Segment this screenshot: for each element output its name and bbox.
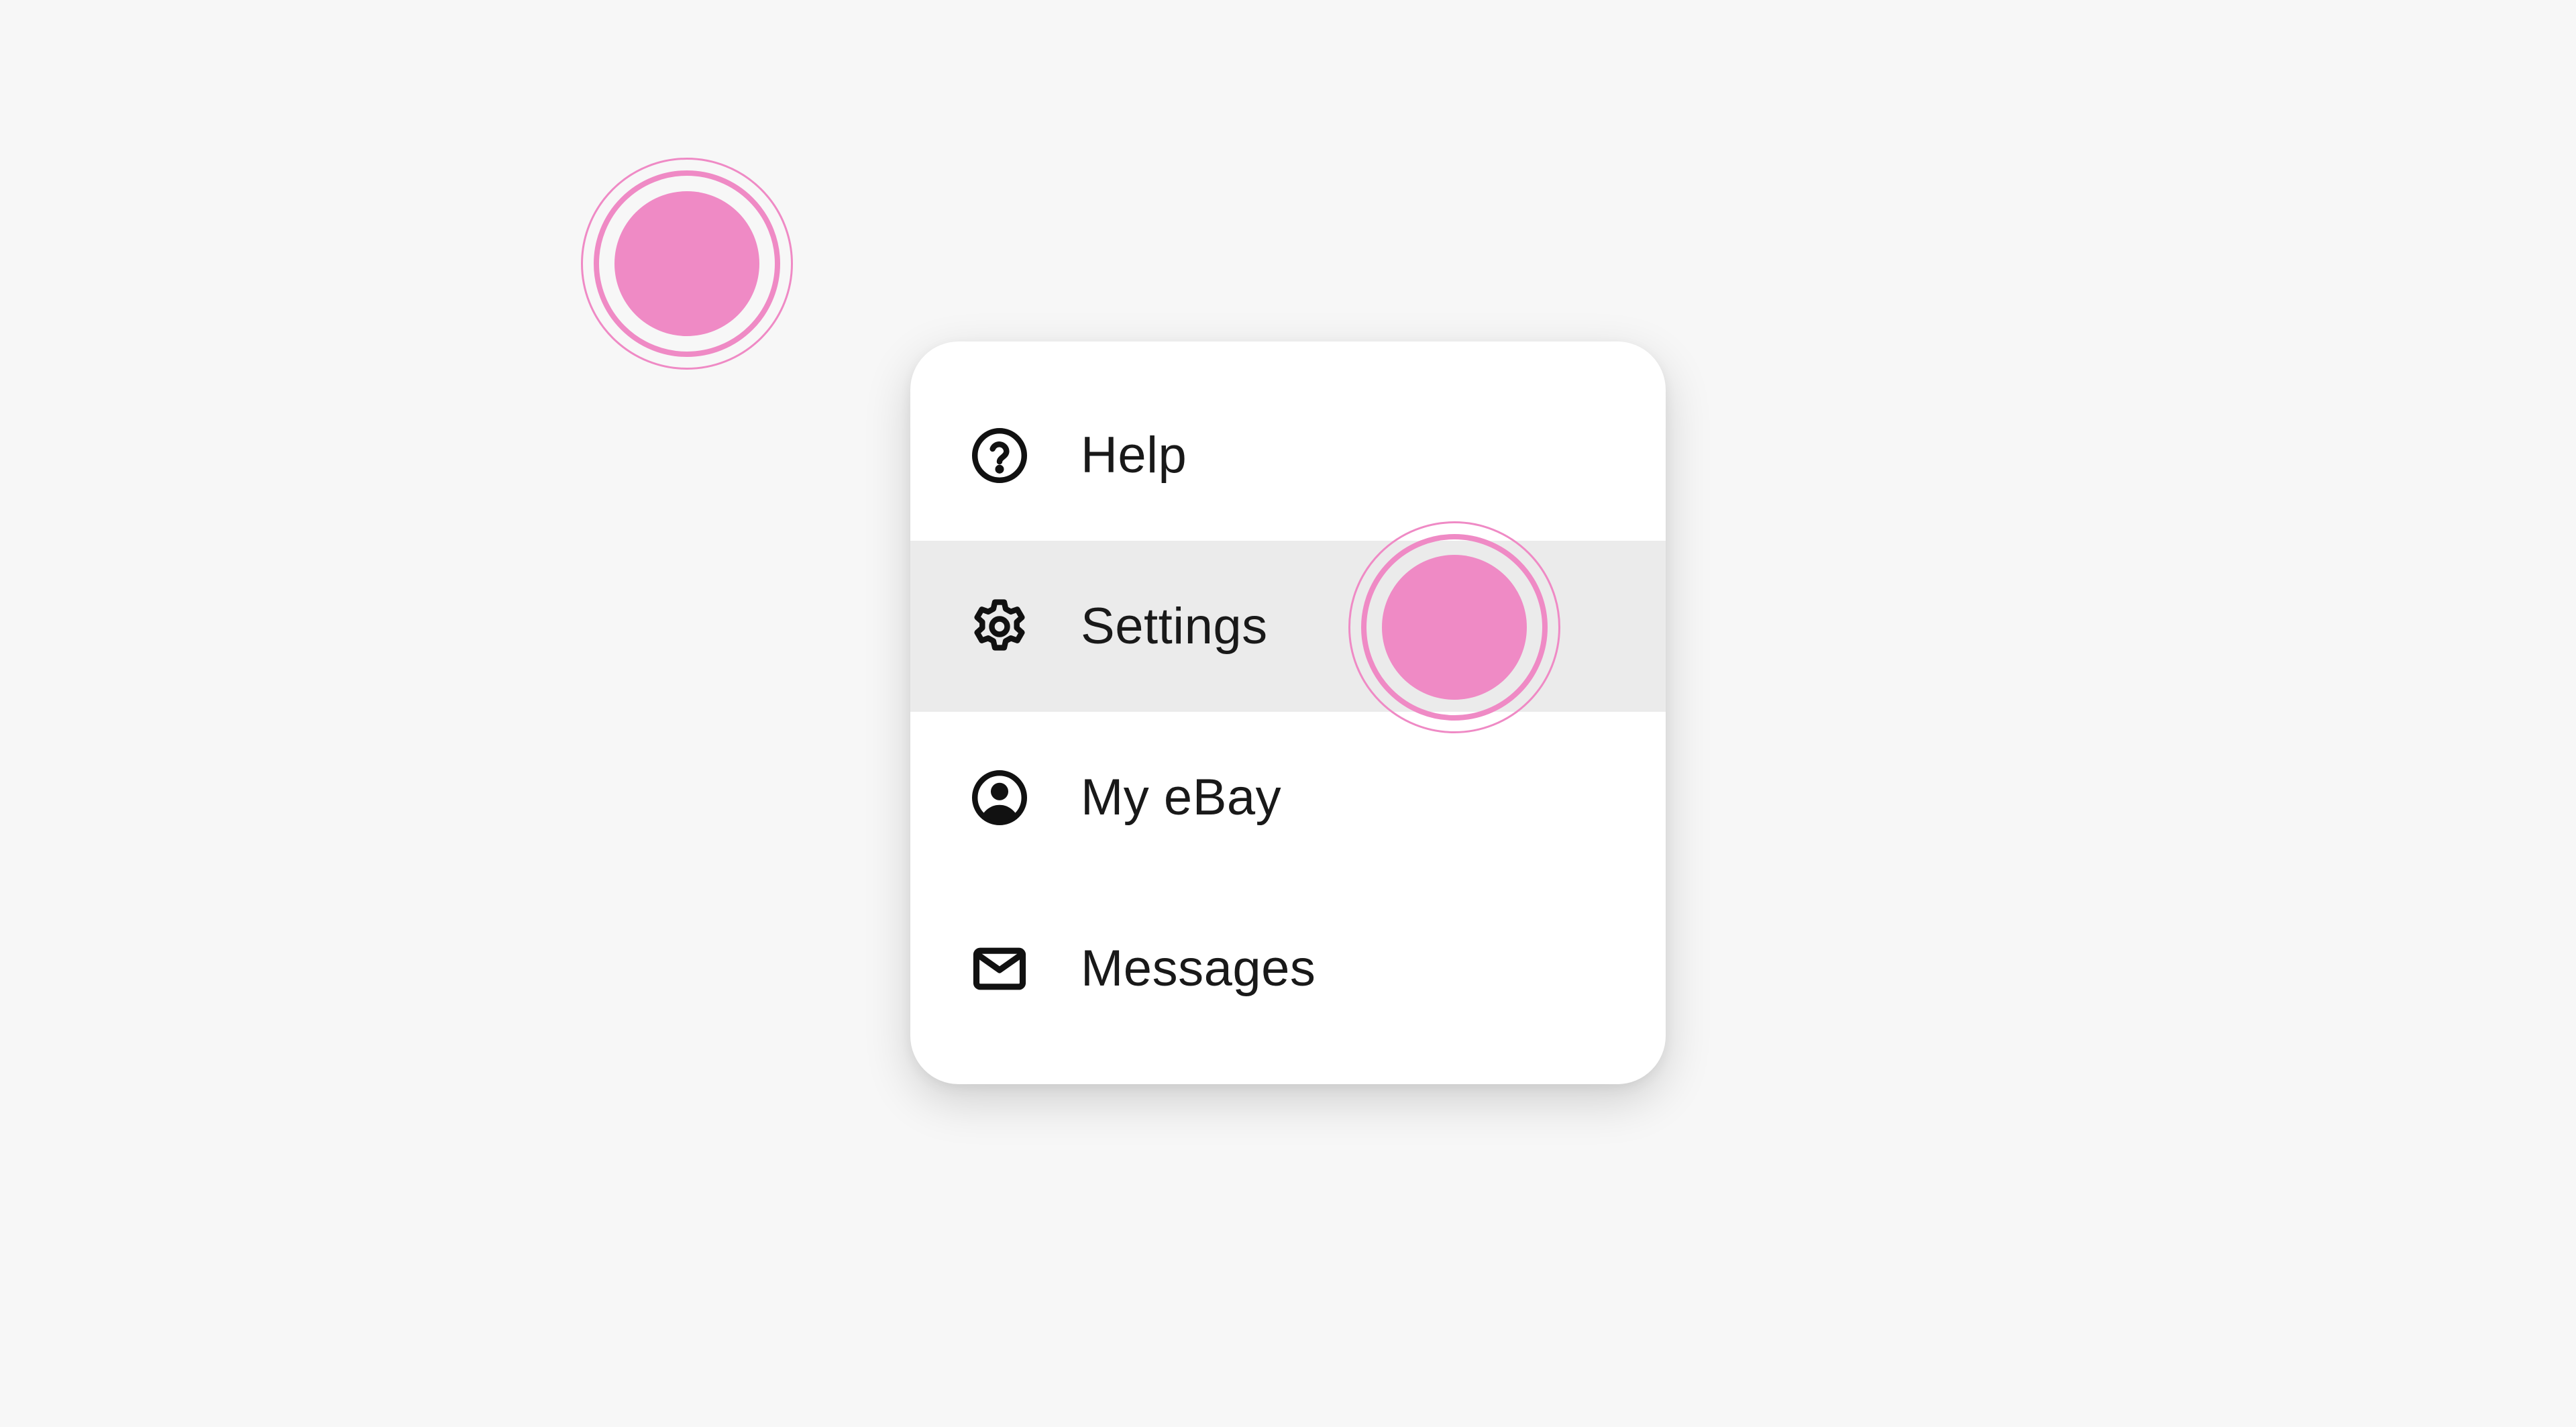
- menu-item-label: My eBay: [1081, 769, 1282, 826]
- menu-item-messages[interactable]: Messages: [910, 883, 1666, 1054]
- menu-item-my-ebay[interactable]: My eBay: [910, 712, 1666, 883]
- menu-item-label: Messages: [1081, 940, 1316, 997]
- user-circle-icon: [963, 761, 1036, 835]
- touch-indicator-dot: [614, 191, 759, 336]
- account-menu: Help Settings My eBay Messages: [910, 341, 1666, 1084]
- touch-indicator: [1348, 521, 1560, 733]
- menu-item-label: Help: [1081, 427, 1187, 484]
- gear-icon: [963, 590, 1036, 664]
- envelope-icon: [963, 932, 1036, 1006]
- touch-indicator-dot: [1382, 555, 1527, 700]
- menu-item-help[interactable]: Help: [910, 370, 1666, 541]
- touch-indicator: [581, 158, 793, 370]
- menu-item-label: Settings: [1081, 598, 1268, 655]
- help-circle-icon: [963, 419, 1036, 492]
